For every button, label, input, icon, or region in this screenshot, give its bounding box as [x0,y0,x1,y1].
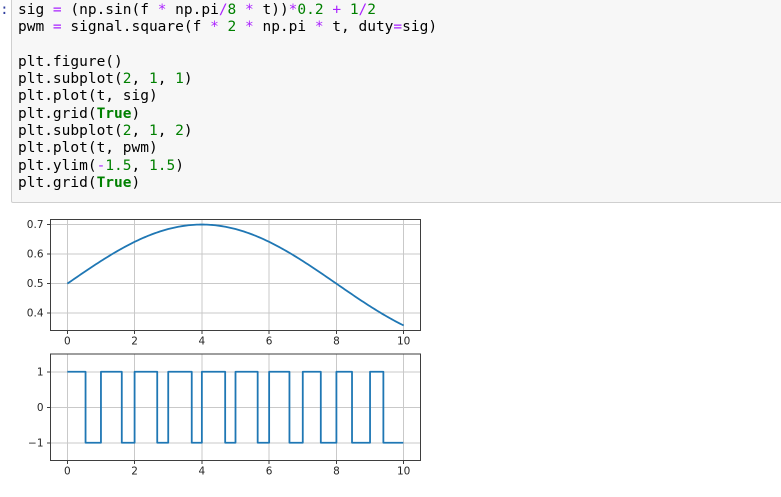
code-editor[interactable]: sig = (np.sin(f * np.pi/8 * t))*0.2 + 1/… [18,2,781,192]
y-tick-label: 0.6 [27,249,44,261]
x-tick-label: 4 [199,466,206,478]
code-line: plt.ylim(-1.5, 1.5) [18,157,184,174]
input-prompt: : [0,2,9,18]
code-cell-box[interactable]: sig = (np.sin(f * np.pi/8 * t))*0.2 + 1/… [11,0,781,203]
code-line: plt.plot(t, sig) [18,88,158,105]
x-tick-label: 0 [64,336,71,348]
y-tick-label: 0.7 [27,219,44,231]
code-line: plt.figure() [18,53,123,70]
x-tick-label: 0 [64,466,71,478]
x-tick-label: 4 [199,336,206,348]
x-tick-label: 10 [397,466,410,478]
matplotlib-figure: 0 2 4 6 8 10 0.4 0.5 0.6 0.7 0 2 4 6 8 10 −1 0 1 [27,219,421,478]
code-line: plt.subplot(2, 1, 1) [18,71,193,88]
y-tick-label: 1 [37,366,44,378]
output-area: 0 2 4 6 8 10 0.4 0.5 0.6 0.7 0 2 4 6 8 10 −1 0 1 [15,212,435,492]
code-line: plt.plot(t, pwm) [18,140,158,157]
y-tick-label: 0 [37,402,44,414]
y-tick-label: 0.5 [27,278,44,290]
code-line: pwm = signal.square(f * 2 * np.pi * t, d… [18,19,438,36]
code-line: sig = (np.sin(f * np.pi/8 * t))*0.2 + 1/… [18,2,377,18]
x-tick-label: 6 [266,336,273,348]
y-tick-label: −1 [28,437,43,449]
x-tick-label: 8 [333,336,340,348]
code-line: plt.grid(True) [18,174,141,191]
subplot-1: 0 2 4 6 8 10 0.4 0.5 0.6 0.7 [27,219,421,348]
subplot-2: 0 2 4 6 8 10 −1 0 1 [28,353,421,478]
code-line: plt.grid(True) [18,105,141,122]
x-tick-label: 2 [131,466,138,478]
x-tick-label: 2 [131,336,138,348]
x-tick-label: 8 [333,466,340,478]
axes-background [50,219,421,331]
y-tick-label: 0.4 [27,308,44,320]
x-tick-label: 10 [397,336,410,348]
code-line: plt.subplot(2, 1, 2) [18,123,193,140]
x-tick-label: 6 [266,466,273,478]
